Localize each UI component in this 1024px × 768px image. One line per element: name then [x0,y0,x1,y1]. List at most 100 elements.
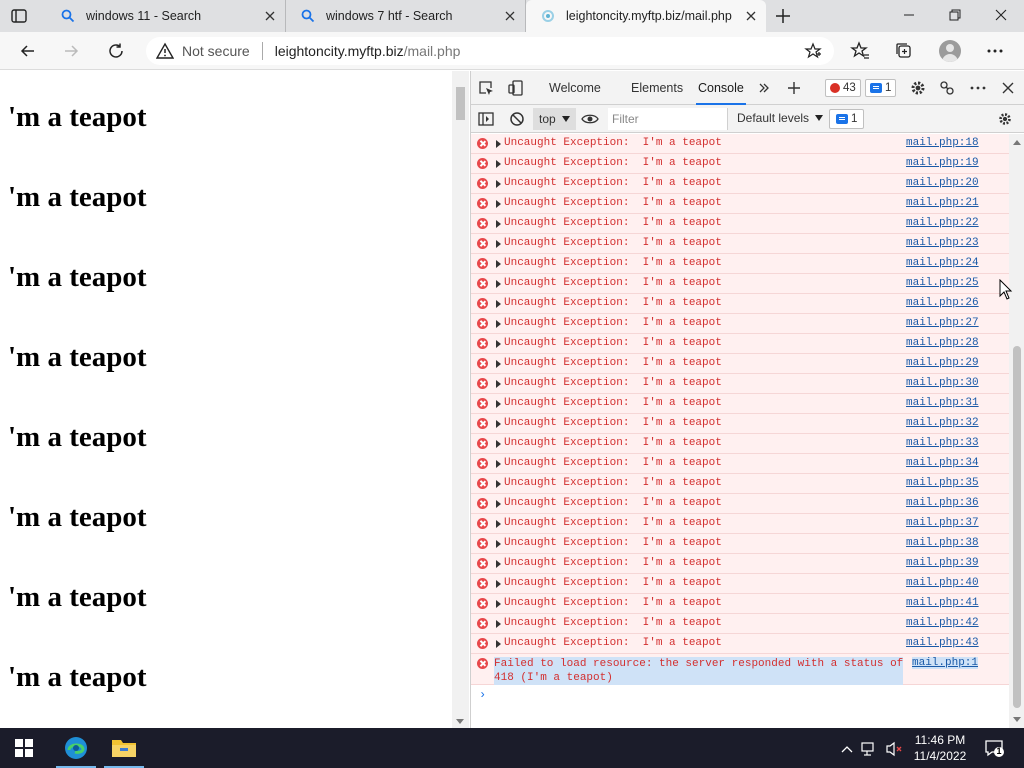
console-error-row[interactable]: Uncaught Exception: I'm a teapot mail.php… [471,534,1009,554]
console-error-row[interactable]: Uncaught Exception: I'm a teapot mail.php… [471,414,1009,434]
context-selector[interactable]: top [533,108,576,130]
console-error-row[interactable]: Uncaught Exception: I'm a teapot mail.php… [471,434,1009,454]
taskbar-clock[interactable]: 11:46 PM 11/4/2022 [908,732,972,764]
source-link[interactable]: mail.php:21 [906,197,979,209]
console-error-row[interactable]: Uncaught Exception: I'm a teapot mail.php… [471,394,1009,414]
source-link[interactable]: mail.php:34 [906,457,979,469]
add-tab-icon[interactable] [785,79,803,97]
device-toolbar-icon[interactable] [507,79,525,97]
source-link[interactable]: mail.php:39 [906,557,979,569]
refresh-button[interactable] [105,40,127,62]
filter-input[interactable] [608,108,728,130]
address-bar[interactable]: Not secure leightoncity.myftp.biz/mail.p… [146,37,834,65]
console-error-row[interactable]: Uncaught Exception: I'm a teapot mail.php… [471,374,1009,394]
expand-triangle-icon[interactable] [496,560,501,568]
expand-triangle-icon[interactable] [496,220,501,228]
expand-triangle-icon[interactable] [496,420,501,428]
restore-button[interactable] [932,0,978,30]
source-link[interactable]: mail.php:41 [906,597,979,609]
url-host[interactable]: leightoncity.myftp.biz [275,43,404,59]
console-error-row[interactable]: Uncaught Exception: I'm a teapot mail.php… [471,354,1009,374]
console-error-row[interactable]: Uncaught Exception: I'm a teapot mail.php… [471,334,1009,354]
expand-triangle-icon[interactable] [496,500,501,508]
console-error-row[interactable]: Uncaught Exception: I'm a teapot mail.php… [471,294,1009,314]
failed-message[interactable]: Failed to load resource: the server resp… [494,657,904,685]
close-icon[interactable] [744,9,758,23]
expand-triangle-icon[interactable] [496,360,501,368]
close-icon[interactable] [503,9,517,23]
expand-triangle-icon[interactable] [496,140,501,148]
console-error-row[interactable]: Uncaught Exception: I'm a teapot mail.php… [471,514,1009,534]
scroll-down-icon[interactable] [456,719,464,724]
source-link[interactable]: mail.php:25 [906,277,979,289]
console-error-row[interactable]: Uncaught Exception: I'm a teapot mail.php… [471,454,1009,474]
warning-icon[interactable] [156,42,174,60]
minimize-button[interactable] [886,0,932,30]
console-error-row[interactable]: Failed to load resource: the server resp… [471,654,1009,685]
console-error-row[interactable]: Uncaught Exception: I'm a teapot mail.php… [471,154,1009,174]
expand-triangle-icon[interactable] [496,440,501,448]
console-scrollbar-thumb[interactable] [1013,346,1021,708]
source-link[interactable]: mail.php:36 [906,497,979,509]
tab-leightoncity-mail[interactable]: leightoncity.myftp.biz/mail.php [526,0,766,32]
expand-triangle-icon[interactable] [496,460,501,468]
close-icon[interactable] [263,9,277,23]
console-prompt[interactable]: › [479,688,999,708]
source-link[interactable]: mail.php:32 [906,417,979,429]
console-error-row[interactable]: Uncaught Exception: I'm a teapot mail.php… [471,274,1009,294]
close-window-button[interactable] [978,0,1024,30]
console-error-row[interactable]: Uncaught Exception: I'm a teapot mail.php… [471,314,1009,334]
scroll-down-icon[interactable] [1013,717,1021,722]
source-link[interactable]: mail.php:42 [906,617,979,629]
source-link[interactable]: mail.php:38 [906,537,979,549]
console-error-row[interactable]: Uncaught Exception: I'm a teapot mail.php… [471,634,1009,654]
sidebar-toggle-icon[interactable] [477,110,495,128]
source-link[interactable]: mail.php:24 [906,257,979,269]
console-error-row[interactable]: Uncaught Exception: I'm a teapot mail.php… [471,234,1009,254]
add-favorite-icon[interactable] [804,42,822,60]
source-link[interactable]: mail.php:33 [906,437,979,449]
settings-menu-button[interactable] [984,40,1006,62]
expand-triangle-icon[interactable] [496,200,501,208]
log-levels-dropdown[interactable]: Default levels [737,111,824,125]
source-link[interactable]: mail.php:22 [906,217,979,229]
expand-triangle-icon[interactable] [496,300,501,308]
volume-tray[interactable] [886,740,904,758]
favorites-button[interactable] [849,40,871,62]
more-tabs-icon[interactable] [755,79,773,97]
network-tray[interactable] [861,740,879,758]
show-hidden-icons[interactable] [838,740,856,758]
source-link[interactable]: mail.php:19 [906,157,979,169]
collections-button[interactable] [893,40,915,62]
console-scrollbar[interactable] [1009,134,1024,728]
source-link[interactable]: mail.php:18 [906,137,979,149]
taskbar-file-explorer[interactable] [100,728,148,768]
back-button[interactable] [17,40,39,62]
source-link[interactable]: mail.php:43 [906,637,979,649]
tab-actions-icon[interactable] [10,7,28,25]
source-link[interactable]: mail.php:1 [912,657,979,669]
expand-triangle-icon[interactable] [496,160,501,168]
console-error-row[interactable]: Uncaught Exception: I'm a teapot mail.php… [471,174,1009,194]
console-error-row[interactable]: Uncaught Exception: I'm a teapot mail.php… [471,594,1009,614]
expand-triangle-icon[interactable] [496,520,501,528]
console-error-row[interactable]: Uncaught Exception: I'm a teapot mail.php… [471,254,1009,274]
console-error-row[interactable]: Uncaught Exception: I'm a teapot mail.php… [471,194,1009,214]
message-count-badge[interactable]: 1 [865,79,897,97]
source-link[interactable]: mail.php:29 [906,357,979,369]
tab-windows-7-htf-search[interactable]: windows 7 htf - Search [286,0,526,32]
page-scrollbar-thumb[interactable] [456,87,465,120]
error-count-badge[interactable]: 43 [825,79,861,97]
close-devtools-icon[interactable] [999,79,1017,97]
customize-icon[interactable] [938,79,956,97]
issues-badge[interactable]: 1 [829,109,865,129]
source-link[interactable]: mail.php:27 [906,317,979,329]
tab-windows-11-search[interactable]: windows 11 - Search [46,0,286,32]
eye-icon[interactable] [581,110,599,128]
expand-triangle-icon[interactable] [496,280,501,288]
inspect-element-icon[interactable] [477,79,495,97]
expand-triangle-icon[interactable] [496,240,501,248]
clear-console-icon[interactable] [508,110,526,128]
source-link[interactable]: mail.php:20 [906,177,979,189]
console-error-row[interactable]: Uncaught Exception: I'm a teapot mail.php… [471,214,1009,234]
